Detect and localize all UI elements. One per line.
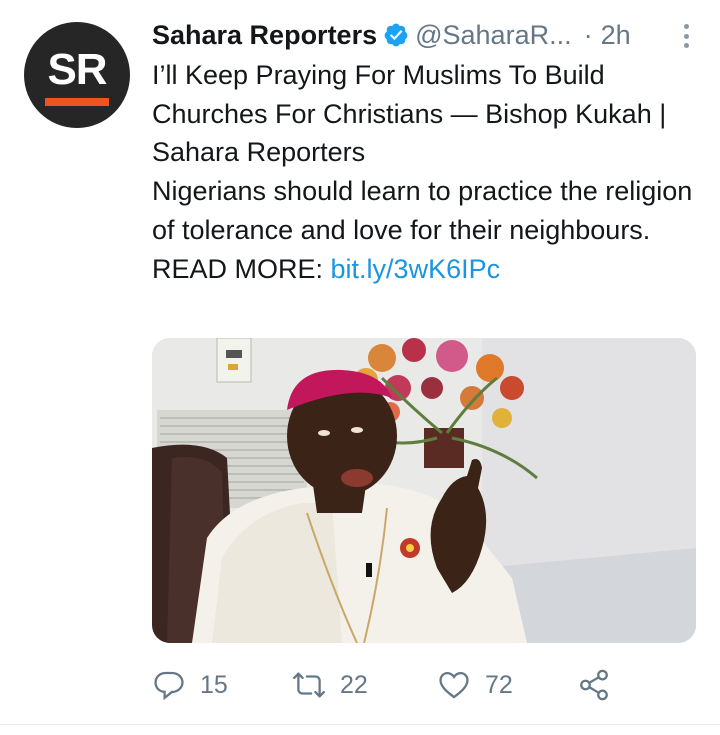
like-button[interactable]: 72 [437, 664, 513, 706]
read-more-label: READ MORE: [152, 253, 331, 284]
avatar-logo-bar [45, 98, 109, 106]
share-icon [580, 669, 608, 701]
photo-of-bishop-speaking-icon [152, 338, 696, 643]
account-handle[interactable]: @SaharaR... [415, 20, 571, 51]
retweet-button[interactable]: 22 [292, 664, 368, 706]
read-more-line: READ MORE: bit.ly/3wK6IPc [152, 250, 702, 289]
tweet-card[interactable]: SR Sahara Reporters @SaharaR... · 2h I’l… [0, 0, 720, 735]
action-bar: 15 22 72 [152, 664, 632, 706]
more-options-icon[interactable] [682, 24, 690, 48]
like-count: 72 [485, 670, 513, 699]
article-link[interactable]: bit.ly/3wK6IPc [331, 254, 501, 284]
avatar[interactable]: SR [24, 22, 130, 128]
tweet-divider [0, 724, 720, 725]
tweet-header: Sahara Reporters @SaharaR... · 2h [152, 16, 690, 54]
separator-dot: · [583, 19, 593, 50]
tweet-media-photo[interactable] [152, 338, 696, 643]
tweet-timestamp[interactable]: 2h [601, 20, 631, 51]
heart-icon [439, 671, 469, 699]
retweet-count: 22 [340, 670, 368, 699]
account-name[interactable]: Sahara Reporters [152, 20, 377, 51]
reply-count: 15 [200, 670, 228, 699]
tweet-headline: I’ll Keep Praying For Muslims To Build C… [152, 60, 667, 168]
reply-button[interactable]: 15 [152, 664, 228, 706]
reply-icon [154, 671, 184, 701]
tweet-text: I’ll Keep Praying For Muslims To Build C… [152, 56, 702, 288]
verified-badge-icon [383, 22, 409, 48]
tweet-summary: Nigerians should learn to practice the r… [152, 176, 693, 245]
avatar-logo-text: SR [47, 45, 107, 94]
share-button[interactable] [577, 664, 625, 706]
retweet-icon [292, 672, 326, 698]
